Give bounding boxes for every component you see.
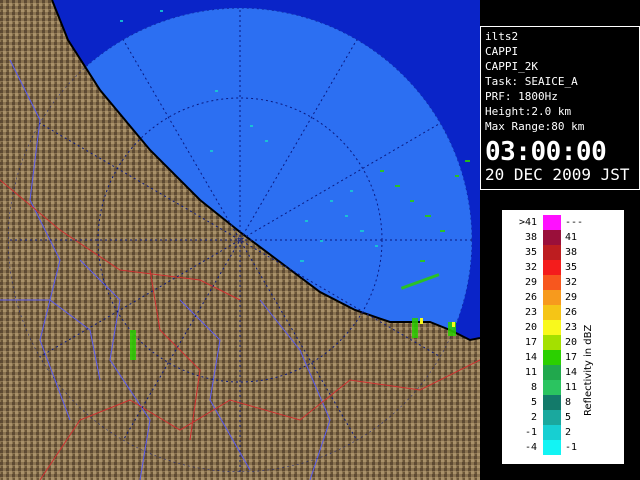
task-label: Task: SEAICE_A	[485, 75, 578, 88]
legend-high-value: 41	[565, 232, 578, 243]
legend-low-value: -1	[524, 427, 537, 438]
legend-low-value: 26	[524, 292, 537, 303]
legend-high-value: 2	[565, 427, 572, 438]
color-legend: >41 --- 38 41 35 38 32 35 29 32 26 29 23 26 20 23 17 20 14…	[502, 210, 624, 464]
info-box: ilts2 CAPPI CAPPI_2K Task: SEAICE_A PRF:…	[480, 26, 640, 190]
prf-label: PRF: 1800Hz	[485, 90, 558, 103]
legend-high-value: 29	[565, 292, 578, 303]
legend-high-value: 32	[565, 277, 578, 288]
legend-low-value: 8	[530, 382, 537, 393]
legend-high-value: 38	[565, 247, 578, 258]
legend-low-value: 14	[524, 352, 537, 363]
legend-high-value: 26	[565, 307, 578, 318]
legend-low-value: 38	[524, 232, 537, 243]
legend-low-value: 32	[524, 262, 537, 273]
legend-high-value: -1	[565, 442, 578, 453]
info-panel: ilts2 CAPPI CAPPI_2K Task: SEAICE_A PRF:…	[480, 0, 640, 480]
height-label: Height:2.0 km	[485, 105, 572, 118]
product-type: CAPPI	[485, 45, 519, 58]
legend-low-value: 23	[524, 307, 537, 318]
legend-low-value: 2	[530, 412, 537, 423]
legend-low-value: 11	[524, 367, 537, 378]
legend-low-value: 20	[524, 322, 537, 333]
time-display: 03:00:00	[485, 137, 607, 167]
legend-low-value: -4	[524, 442, 537, 453]
legend-low-value: 17	[524, 337, 537, 348]
product-name: CAPPI_2K	[485, 60, 538, 73]
legend-high-value: 35	[565, 262, 578, 273]
max-range-label: Max Range:80 km	[485, 120, 585, 133]
date-display: 20 DEC 2009 JST	[485, 165, 630, 184]
legend-low-value: 35	[524, 247, 537, 258]
legend-high-value: ---	[565, 217, 584, 228]
legend-low-value: 29	[524, 277, 537, 288]
legend-low-value: >41	[518, 217, 537, 228]
legend-unit: Reflectivity in dBZ	[583, 324, 594, 416]
legend-low-value: 5	[530, 397, 537, 408]
radar-name: ilts2	[485, 30, 519, 43]
radar-map	[0, 0, 480, 480]
